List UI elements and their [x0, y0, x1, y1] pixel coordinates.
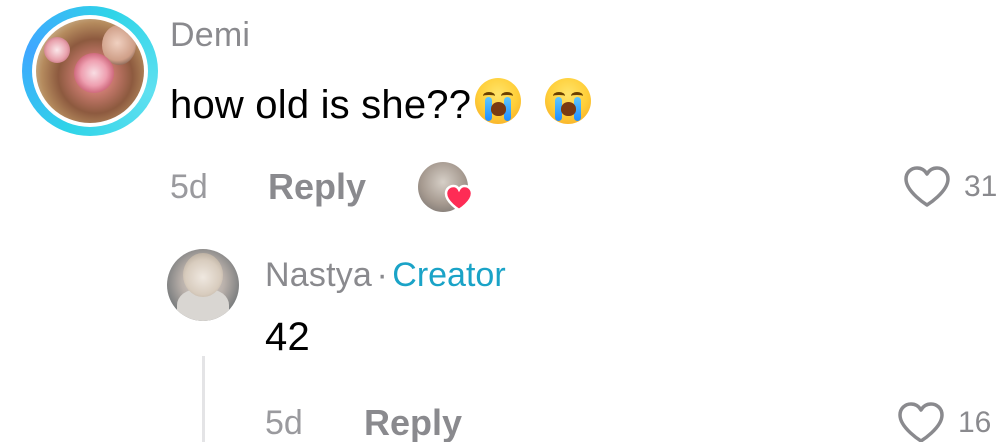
liked-by-creator-heart-icon	[444, 184, 474, 212]
comment-timestamp: 5d	[170, 168, 208, 206]
commenter-username[interactable]: Demi	[170, 16, 250, 55]
reply-like-heart-icon[interactable]	[896, 400, 946, 442]
like-heart-icon[interactable]	[902, 164, 952, 210]
reply-reply-button[interactable]: Reply	[364, 402, 462, 442]
reply-like-count: 16	[958, 406, 992, 439]
reply-username[interactable]: Nastya	[265, 256, 372, 294]
like-count: 31	[964, 170, 998, 203]
reply-button[interactable]: Reply	[268, 166, 366, 208]
loudly-crying-face-icon	[475, 78, 522, 124]
commenter-avatar[interactable]	[36, 19, 144, 123]
avatar-flower	[44, 37, 70, 63]
avatar-hair	[183, 253, 223, 297]
reply-header: Nastya · Creator	[265, 256, 506, 295]
reply-text: 42	[265, 315, 310, 359]
loudly-crying-face-icon	[544, 78, 591, 124]
comment-body: how old is she??	[170, 78, 591, 128]
creator-badge: Creator	[392, 256, 506, 294]
thread-line	[202, 356, 205, 442]
avatar-flower	[74, 53, 114, 93]
reply-avatar[interactable]	[167, 249, 239, 321]
separator-dot: ·	[376, 256, 388, 294]
comment-text: how old is she??	[170, 83, 472, 127]
reply-timestamp: 5d	[265, 404, 303, 442]
